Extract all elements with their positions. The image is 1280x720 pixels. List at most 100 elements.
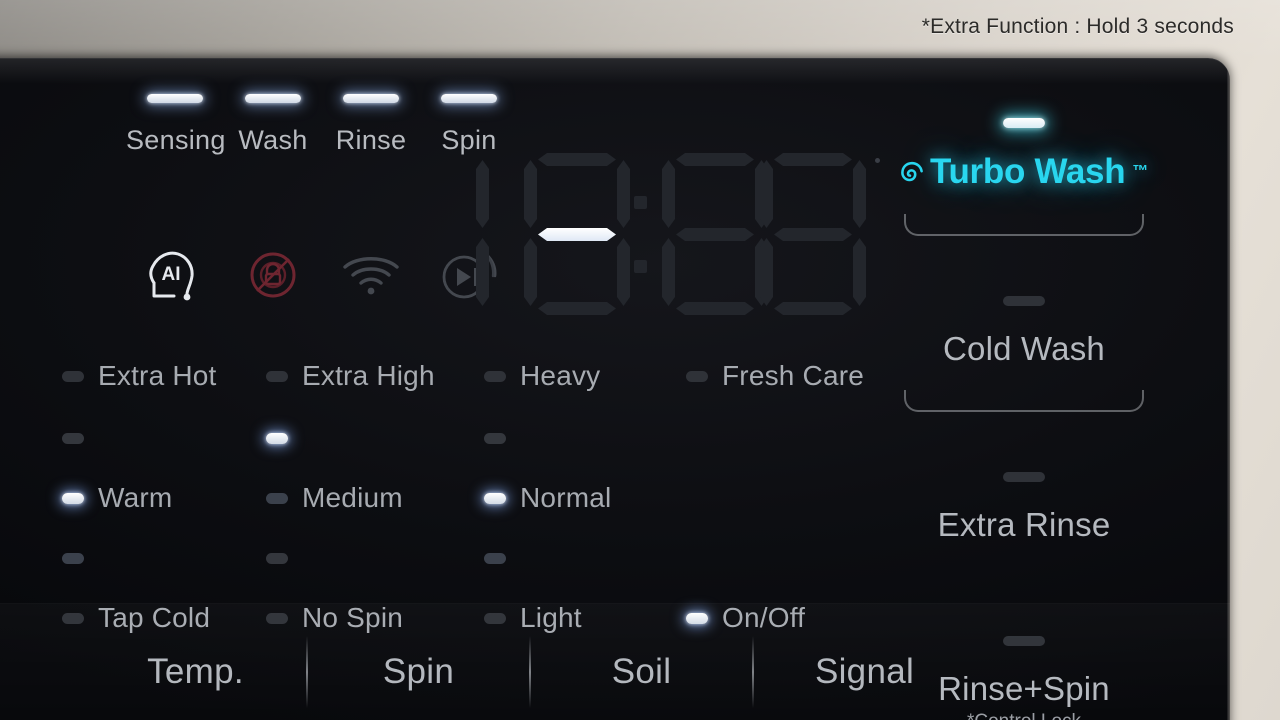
seg-e: [524, 238, 537, 306]
label-extra-hot: Extra Hot: [98, 360, 217, 391]
led-extra-high: [266, 370, 288, 382]
panel-right-edge: [1227, 58, 1230, 720]
seg-b: [617, 160, 630, 228]
status-led-sensing: [147, 94, 203, 103]
appliance-body: *Extra Function : Hold 3 seconds n h rt …: [0, 0, 1280, 720]
display-digit-4: [754, 150, 872, 318]
status-spin: Spin: [420, 94, 518, 156]
panel-gloss: [0, 58, 1230, 84]
status-rinse: Rinse: [322, 94, 420, 156]
led-temp-step-2: [62, 432, 84, 444]
led-spin-step-2: [266, 432, 288, 444]
led-temp-step-4: [62, 552, 84, 564]
label-extra-rinse: Extra Rinse: [937, 506, 1111, 543]
display-digit-2: [518, 150, 636, 318]
option-heavy[interactable]: Heavy: [484, 360, 601, 391]
status-led-spin: [441, 94, 497, 103]
seg-f: [476, 160, 489, 228]
seg-a: [774, 153, 852, 166]
label-cold-wash: Cold Wash: [943, 330, 1105, 367]
door-lock-icon: [224, 244, 322, 306]
colon-dot-top: [634, 196, 647, 209]
button-signal[interactable]: Signal: [754, 652, 975, 692]
status-led-rinse: [343, 94, 399, 103]
panel-dot-accent: [875, 158, 880, 163]
turbo-wash-text: Turbo Wash: [929, 152, 1126, 191]
option-fresh-care[interactable]: Fresh Care: [686, 360, 865, 391]
control-panel: n h rt sh m Sensing Wash Rinse: [0, 58, 1230, 720]
seg-c: [617, 238, 630, 306]
led-rinse-spin: [1003, 636, 1045, 646]
led-spin-step-4: [266, 552, 288, 564]
display-colon: [630, 150, 652, 318]
label-normal: Normal: [520, 482, 612, 513]
label-warm: Warm: [98, 482, 173, 513]
seg-b: [853, 160, 866, 228]
trademark-symbol: ™: [1132, 163, 1148, 180]
status-label-sensing: Sensing: [126, 125, 226, 155]
led-extra-hot: [62, 370, 84, 382]
led-warm: [62, 492, 84, 504]
led-normal: [484, 492, 506, 504]
option-warm[interactable]: Warm: [62, 482, 173, 513]
option-normal[interactable]: Normal: [484, 482, 612, 513]
program-divider-2: [904, 390, 1144, 412]
seg-d: [538, 302, 616, 315]
program-extra-rinse[interactable]: Extra Rinse: [900, 472, 1148, 544]
seg-f: [524, 160, 537, 228]
status-label-wash: Wash: [238, 125, 308, 155]
extra-function-note: *Extra Function : Hold 3 seconds: [921, 15, 1234, 38]
led-fresh-care: [686, 370, 708, 382]
label-extra-high: Extra High: [302, 360, 435, 391]
program-turbo-wash[interactable]: Turbo Wash ™: [900, 118, 1148, 236]
seg-g: [676, 228, 754, 241]
seg-a: [538, 153, 616, 166]
option-spin-step-2[interactable]: [266, 425, 288, 451]
swirl-icon: [901, 161, 923, 182]
button-soil[interactable]: Soil: [531, 652, 752, 692]
option-temp-step-2[interactable]: [62, 425, 84, 451]
program-cold-wash[interactable]: Cold Wash: [900, 296, 1148, 412]
button-bar: Temp. Spin Soil Signal: [85, 606, 975, 720]
led-soil-step-2: [484, 432, 506, 444]
led-cold-wash: [1003, 296, 1045, 306]
led-extra-rinse: [1003, 472, 1045, 482]
status-label-rinse: Rinse: [335, 125, 407, 155]
colon-dot-bottom: [634, 260, 647, 273]
seg-f: [662, 160, 675, 228]
button-spin[interactable]: Spin: [308, 652, 529, 692]
indicator-icon-row: AI: [126, 244, 518, 306]
seg-g: [774, 228, 852, 241]
ai-icon: AI: [126, 244, 224, 306]
led-soil-step-4: [484, 552, 506, 564]
label-medium: Medium: [302, 482, 403, 513]
option-soil-step-2[interactable]: [484, 425, 506, 451]
wifi-icon: [322, 244, 420, 306]
status-led-wash: [245, 94, 301, 103]
option-extra-hot[interactable]: Extra Hot: [62, 360, 217, 391]
seg-g: [538, 228, 616, 241]
seg-c: [853, 238, 866, 306]
led-turbo-wash: [1003, 118, 1045, 128]
option-extra-high[interactable]: Extra High: [266, 360, 435, 391]
seg-e: [760, 238, 773, 306]
status-sensing: Sensing: [126, 94, 226, 156]
option-spin-step-4[interactable]: [266, 545, 288, 571]
cycle-status-row: Sensing Wash Rinse Spin: [126, 94, 518, 156]
program-divider-1: [904, 214, 1144, 236]
seg-e: [662, 238, 675, 306]
turbo-wash-brand: Turbo Wash ™: [900, 152, 1148, 192]
option-soil-step-4[interactable]: [484, 545, 506, 571]
seg-a: [676, 153, 754, 166]
led-medium: [266, 492, 288, 504]
option-medium[interactable]: Medium: [266, 482, 403, 513]
led-heavy: [484, 370, 506, 382]
button-temp[interactable]: Temp.: [85, 652, 306, 692]
label-fresh-care: Fresh Care: [722, 360, 865, 391]
option-temp-step-4[interactable]: [62, 545, 84, 571]
status-wash: Wash: [224, 94, 322, 156]
svg-text:AI: AI: [162, 264, 181, 285]
seg-f: [760, 160, 773, 228]
seg-d: [676, 302, 754, 315]
label-heavy: Heavy: [520, 360, 601, 391]
